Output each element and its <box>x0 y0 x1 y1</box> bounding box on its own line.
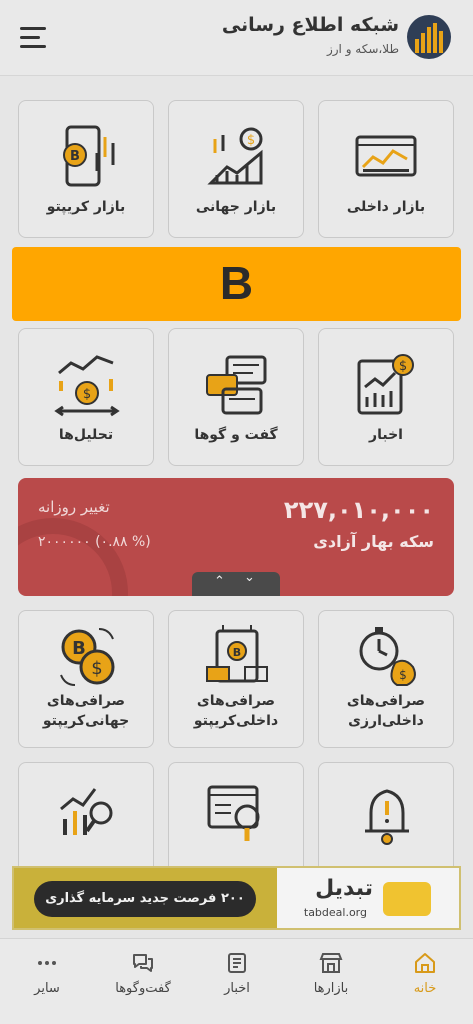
currency-exchange-icon: $ <box>359 627 416 686</box>
ad-brand-name: تبدیل <box>315 876 373 901</box>
tile-chats[interactable]: گفت و گوها <box>168 328 304 466</box>
tile-domestic-market[interactable]: بازار داخلی <box>318 100 454 238</box>
domestic-market-icon <box>355 135 417 177</box>
app-header: شبکه اطلاع رسانی طلا،سکه و ارز <box>0 0 473 76</box>
chevron-up-icon[interactable]: ⌃ <box>214 574 225 589</box>
chevron-down-icon[interactable]: ⌄ <box>244 570 255 585</box>
tile-analysis[interactable]: $ تحلیل‌ها <box>18 328 154 466</box>
crypto-exchange-domestic-icon: B <box>206 625 268 683</box>
hamburger-icon <box>20 27 46 30</box>
nav-news[interactable]: اخبار <box>190 939 284 1024</box>
chat-icon <box>206 355 267 415</box>
tile-label: صرافی‌های داخلی‌کریپتو <box>193 693 279 729</box>
svg-text:$: $ <box>91 658 102 679</box>
svg-text:$: $ <box>83 387 91 402</box>
tile-label: گفت و گوها <box>194 427 278 443</box>
daily-change-value: ۲۰۰۰۰۰۰ (۰.۸۸ %) <box>38 534 151 550</box>
tile-news[interactable]: $ اخبار <box>318 328 454 466</box>
price-item-name: سکه بهار آزادی <box>313 532 434 551</box>
brand-logo <box>407 15 451 59</box>
news-icon: $ <box>357 354 414 415</box>
price-value: ۲۲۷,۰۱۰,۰۰۰ <box>283 496 434 524</box>
nav-more[interactable]: سایر <box>0 939 94 1024</box>
menu-button[interactable] <box>20 24 52 52</box>
tile-domestic-currency-exchanges[interactable]: $ صرافی‌های داخلی‌ارزی <box>318 610 454 748</box>
svg-text:$: $ <box>399 359 407 374</box>
nav-home[interactable]: خانه <box>378 939 472 1024</box>
tile-label: بازار جهانی <box>195 199 277 215</box>
tile-global-market[interactable]: $ بازار جهانی <box>168 100 304 238</box>
chart-search-icon <box>60 788 113 835</box>
tile-label: صرافی‌های داخلی‌ارزی <box>346 693 426 729</box>
daily-change-label: تغییر روزانه <box>38 498 110 516</box>
brand-subtitle: طلا،سکه و ارز <box>326 42 399 56</box>
tile-label: تحلیل‌ها <box>58 427 114 443</box>
svg-text:$: $ <box>399 668 407 682</box>
nav-label: گفت‌وگوها <box>115 981 171 996</box>
tile-global-crypto-exchanges[interactable]: B $ صرافی‌های جهانی‌کریپتو <box>18 610 154 748</box>
tile-label: اخبار <box>369 427 403 443</box>
nav-label: خانه <box>413 981 437 996</box>
nav-chats[interactable]: گفت‌وگوها <box>96 939 190 1024</box>
crypto-exchange-global-icon: B $ <box>60 628 115 686</box>
global-market-icon: $ <box>207 127 263 185</box>
decorative-circle <box>18 518 128 596</box>
ad-slogan: ۲۰۰ فرصت جدید سرمایه گذاری <box>34 881 256 917</box>
nav-markets[interactable]: بازارها <box>284 939 378 1024</box>
banner-text: B <box>219 257 254 309</box>
tile-label: بازار داخلی <box>346 199 426 215</box>
tabdeal-ad-banner[interactable]: ۲۰۰ فرصت جدید سرمایه گذاری تبدیل tabdeal… <box>12 866 461 930</box>
nav-label: سایر <box>34 981 60 996</box>
tile-domestic-crypto-exchanges[interactable]: B صرافی‌های داخلی‌کریپتو <box>168 610 304 748</box>
chat-icon <box>133 954 153 972</box>
svg-text:B: B <box>233 646 241 659</box>
price-slider-toggle[interactable]: ⌃ ⌄ <box>192 570 280 596</box>
tile-label: صرافی‌های جهانی‌کریپتو <box>42 693 130 729</box>
svg-text:B: B <box>70 149 80 164</box>
gold-coin-price-card[interactable]: ۲۲۷,۰۱۰,۰۰۰ سکه بهار آزادی تغییر روزانه … <box>18 478 454 596</box>
tabdeal-logo-icon <box>383 882 431 916</box>
web-search-icon <box>207 785 260 841</box>
nav-label: اخبار <box>224 981 250 996</box>
svg-text:$: $ <box>247 133 255 148</box>
crypto-market-icon: B <box>63 125 115 187</box>
nav-label: بازارها <box>313 981 349 996</box>
ad-domain: tabdeal.org <box>303 906 367 919</box>
analysis-icon: $ <box>54 355 120 417</box>
store-icon <box>319 953 343 973</box>
brand-title: شبکه اطلاع رسانی <box>221 14 399 36</box>
promo-banner[interactable]: B <box>12 247 461 321</box>
tile-label: بازار کریپتو <box>46 199 126 215</box>
news-icon <box>228 953 246 973</box>
tile-crypto-market[interactable]: B بازار کریپتو <box>18 100 154 238</box>
more-icon <box>38 961 56 965</box>
bottom-navigation: خانه بازارها اخبار گفت‌وگوها سایر <box>0 938 473 1024</box>
alert-bell-icon <box>365 789 409 845</box>
home-icon <box>415 953 435 973</box>
